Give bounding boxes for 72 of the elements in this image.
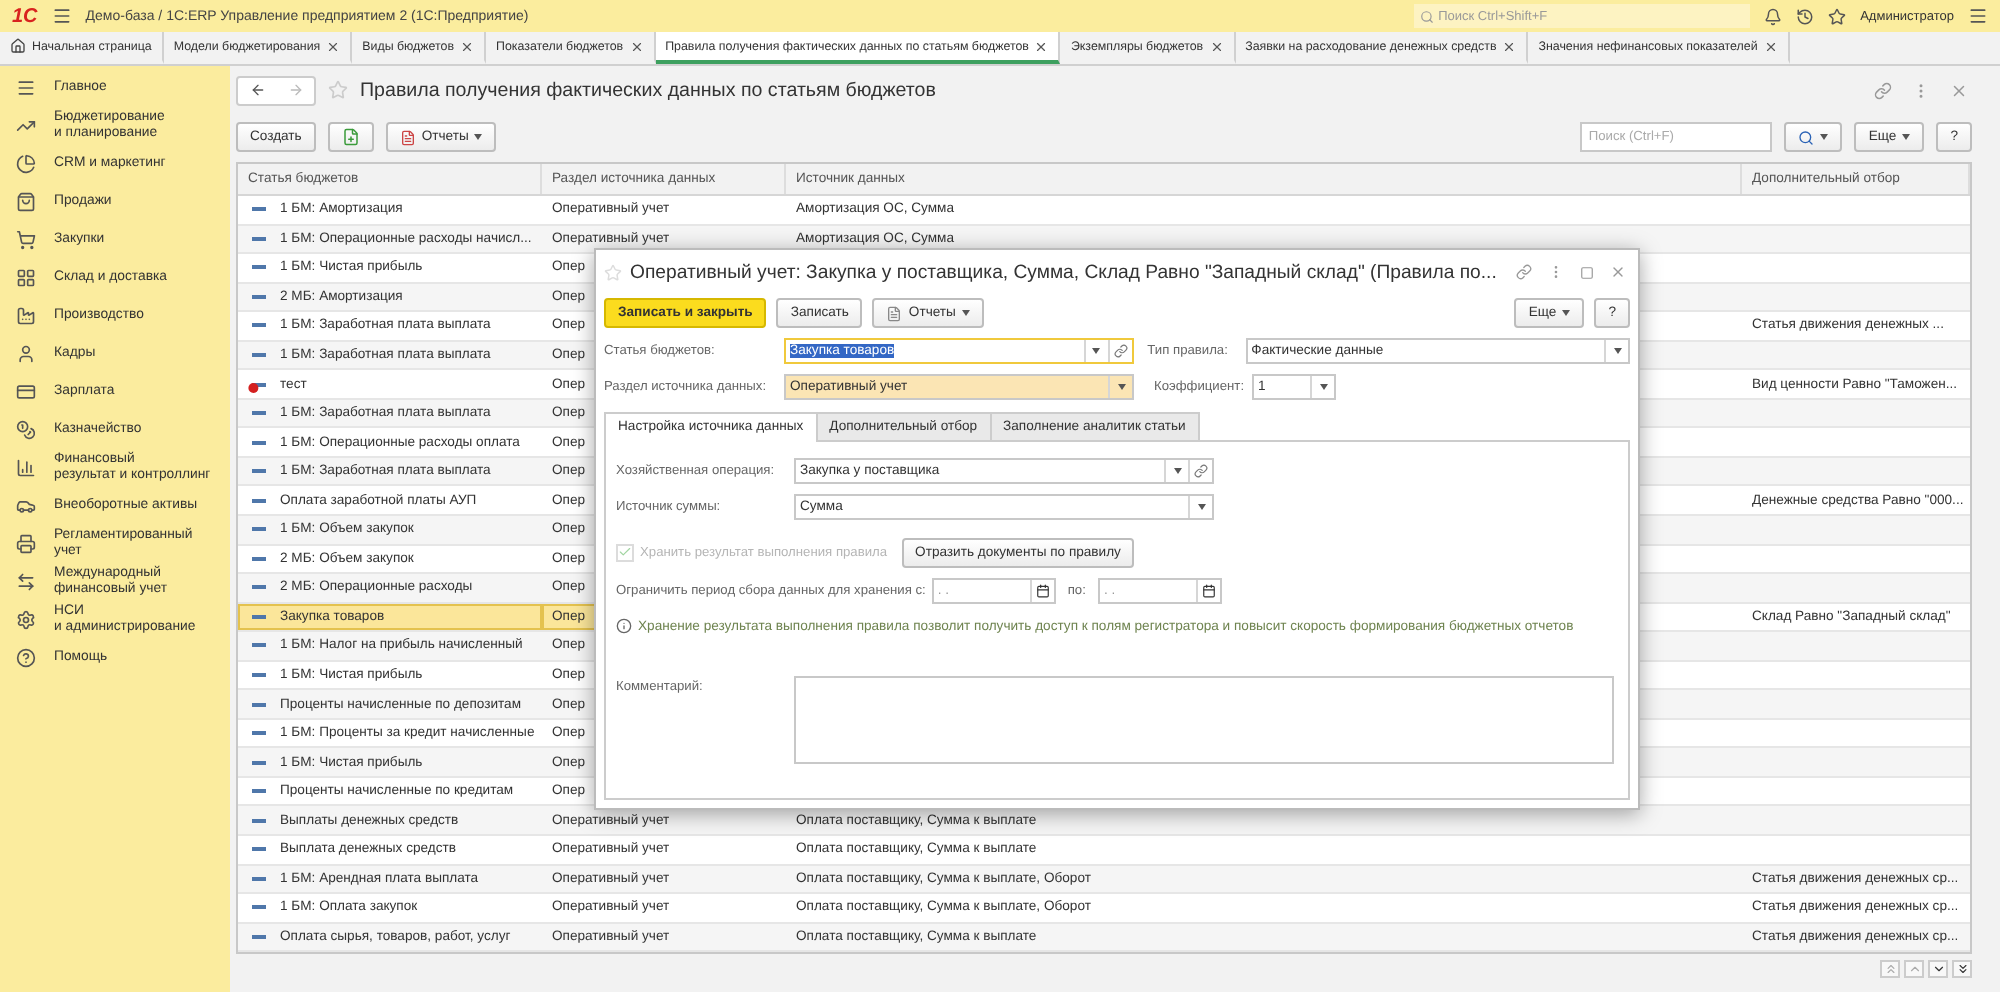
star-icon[interactable] — [1828, 7, 1847, 25]
chevron-up-icon — [1907, 962, 1921, 977]
close-icon[interactable] — [1763, 39, 1778, 53]
bar-chart-icon — [16, 458, 36, 479]
printer-icon — [16, 534, 36, 555]
add-file-button[interactable] — [327, 122, 374, 152]
info-icon — [616, 618, 632, 634]
help-icon — [16, 648, 36, 669]
arrow-right-icon — [287, 82, 303, 98]
settings-menu-icon[interactable] — [1968, 6, 1988, 26]
link-button[interactable] — [1870, 81, 1896, 99]
close-icon[interactable] — [629, 39, 644, 53]
bell-icon[interactable] — [1764, 7, 1783, 25]
caret-icon — [474, 134, 483, 140]
link-icon — [1194, 463, 1208, 477]
caret-icon — [1562, 310, 1571, 316]
scroll-bottom-button[interactable] — [1952, 960, 1972, 979]
settings-icon — [16, 610, 36, 631]
link-icon — [1874, 81, 1892, 99]
history-icon[interactable] — [1796, 7, 1815, 25]
cart-icon — [16, 230, 36, 251]
factory-icon — [16, 306, 36, 327]
chevron-down-icon — [1931, 962, 1945, 977]
dialog-title: Оперативный учет: Закупка у поставщика, Сумма, Склад Равно "Западный склад" (Правила по... — [630, 261, 1499, 283]
caret-icon — [1613, 347, 1621, 353]
person-icon — [16, 344, 36, 365]
file-plus-icon — [341, 128, 360, 146]
close-icon — [1950, 81, 1968, 99]
caret-icon — [961, 310, 970, 316]
close-icon[interactable] — [1502, 39, 1517, 53]
logo: 1С — [12, 5, 38, 27]
car-icon — [16, 496, 36, 517]
square-icon — [1580, 265, 1594, 279]
search-icon — [1420, 9, 1435, 23]
close-icon[interactable] — [1209, 39, 1224, 53]
calendar-icon — [1201, 583, 1216, 597]
caret-icon — [1820, 134, 1829, 140]
double-chevron-up-icon — [1883, 962, 1897, 977]
home-icon — [10, 38, 26, 54]
document-icon — [399, 129, 416, 145]
card-icon — [16, 382, 36, 403]
page-title: Правила получения фактических данных по статьям бюджетов — [360, 79, 938, 101]
maximize-button[interactable] — [1576, 265, 1598, 279]
close-icon[interactable] — [326, 39, 341, 53]
caret-icon — [1902, 134, 1911, 140]
search-button[interactable] — [1784, 122, 1843, 152]
link-button[interactable] — [1512, 264, 1536, 280]
comment-field[interactable] — [794, 676, 1614, 764]
link-icon — [1516, 264, 1532, 280]
arrows-icon — [16, 572, 36, 593]
link-icon — [1113, 343, 1128, 357]
close-icon — [1610, 264, 1626, 280]
bag-icon — [16, 192, 36, 213]
search-icon — [1798, 129, 1815, 145]
document-icon — [886, 305, 903, 321]
caret-icon — [1092, 347, 1101, 353]
close-icon[interactable] — [460, 39, 475, 53]
arrow-left-icon — [249, 82, 265, 98]
scroll-down-button[interactable] — [1928, 960, 1948, 979]
caret-icon — [1197, 503, 1205, 509]
grid-icon — [16, 268, 36, 289]
caret-icon — [1117, 383, 1125, 389]
trend-chart-icon — [16, 116, 36, 137]
double-chevron-down-icon — [1955, 962, 1969, 977]
caret-icon — [1319, 383, 1327, 389]
menu-icon — [16, 78, 36, 99]
close-icon[interactable] — [1034, 39, 1049, 53]
caret-icon — [1173, 467, 1181, 473]
calendar-icon — [1035, 583, 1050, 597]
coins-icon — [16, 420, 36, 441]
pie-chart-icon — [16, 154, 36, 175]
menu-icon[interactable] — [51, 6, 72, 26]
